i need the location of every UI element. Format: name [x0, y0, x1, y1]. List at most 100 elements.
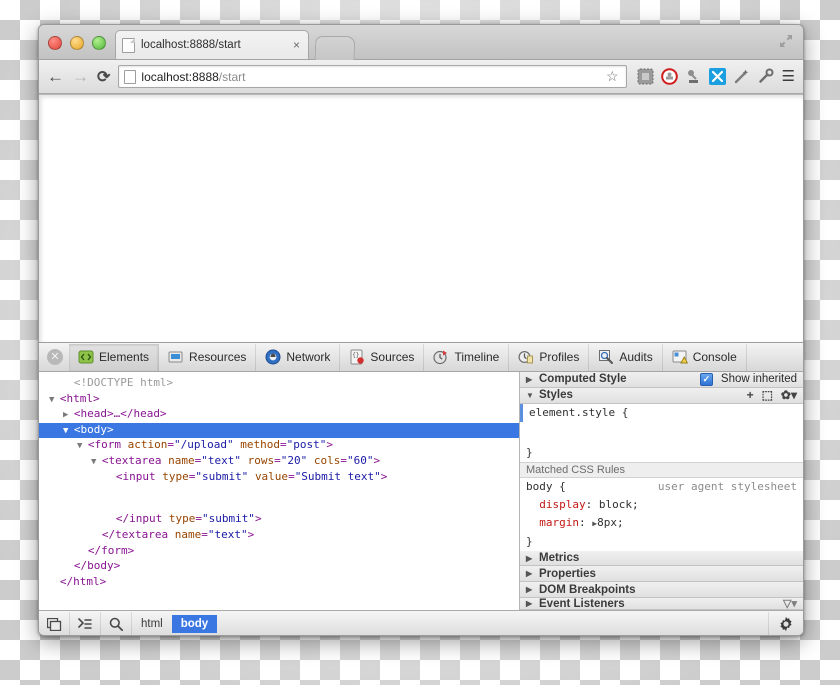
devtools-tab-label: Audits: [619, 350, 653, 364]
element-style-rule-open[interactable]: element.style {: [520, 403, 803, 422]
dom-node[interactable]: </textarea name="text">: [39, 528, 519, 544]
xmarks-icon[interactable]: [708, 68, 726, 85]
element-style-empty[interactable]: [520, 422, 803, 444]
close-icon[interactable]: ×: [291, 39, 302, 51]
dom-node[interactable]: </form>: [39, 544, 519, 560]
attr-value: "text": [201, 453, 241, 467]
devtools-tab-timeline[interactable]: Timeline: [424, 343, 510, 371]
styles-settings-button[interactable]: ✿▾: [781, 388, 797, 402]
devtools-tab-sources[interactable]: {} Sources: [340, 343, 425, 371]
twisty-none: [105, 473, 116, 483]
body-rule-selector: body {: [526, 479, 566, 493]
dom-node[interactable]: [39, 499, 519, 513]
resources-icon: [168, 351, 183, 363]
network-icon: [265, 349, 281, 365]
twisty-open-icon[interactable]: ▼: [77, 441, 88, 451]
dom-breakpoints-section-header[interactable]: ▶ DOM Breakpoints: [520, 582, 803, 599]
event-listeners-section-header[interactable]: ▶ Event Listeners ▽▾: [520, 598, 803, 610]
prop-name: display: [539, 497, 586, 511]
dom-node[interactable]: </input type="submit">: [39, 512, 519, 528]
twisty-open-icon[interactable]: ▼: [49, 395, 60, 405]
body-rule-header[interactable]: body { user agent stylesheet: [520, 478, 803, 496]
devtools-tab-label: Network: [286, 350, 331, 364]
new-tab-button[interactable]: [314, 36, 356, 60]
zoom-window-button[interactable]: [92, 36, 106, 50]
dom-node-selected[interactable]: ▼ <body>: [39, 422, 519, 439]
devtools-tab-console[interactable]: Console: [663, 343, 747, 371]
attr-name: cols: [313, 453, 341, 467]
forward-button[interactable]: →: [72, 68, 89, 85]
stamp-icon[interactable]: [685, 68, 702, 85]
devtools-statusbar: html body: [39, 610, 803, 635]
twisty-closed-icon[interactable]: ▶: [63, 410, 74, 420]
dom-node-text: </textarea name="text">: [101, 527, 255, 541]
show-inherited-group: ✓ Show inherited: [699, 372, 797, 386]
attr-name: action: [127, 438, 168, 452]
search-icon[interactable]: [101, 611, 132, 635]
adblock-icon[interactable]: [660, 68, 678, 85]
dom-node-text: <!DOCTYPE html>: [73, 376, 174, 389]
add-rule-button[interactable]: +: [747, 388, 754, 402]
dom-node[interactable]: ▼ <textarea name="text" rows="20" cols="…: [39, 454, 519, 470]
twisty-none: [91, 531, 102, 541]
close-window-button[interactable]: [48, 36, 62, 50]
address-bar[interactable]: localhost:8888/start ☆: [118, 65, 627, 88]
twisty-open-icon[interactable]: ▼: [63, 426, 74, 436]
devtools-tab-label: Sources: [370, 350, 415, 364]
body-rule-prop-margin[interactable]: margin: ▶8px;: [520, 514, 803, 533]
twisty-open-icon[interactable]: ▼: [91, 457, 102, 467]
body-rule-prop-display[interactable]: display: block;: [520, 496, 803, 514]
devtools-tab-resources[interactable]: Resources: [159, 343, 257, 371]
breadcrumb-html[interactable]: html: [132, 615, 172, 633]
filter-icon[interactable]: ▽▾: [783, 598, 797, 609]
dom-node[interactable]: ▶ <head>…</head>: [39, 407, 519, 423]
element-state-button[interactable]: ⬚: [762, 388, 773, 402]
browser-menu-icon[interactable]: ☰: [782, 69, 795, 84]
properties-section-header[interactable]: ▶ Properties: [520, 566, 803, 583]
breadcrumb-body[interactable]: body: [171, 615, 218, 633]
devtools-settings-gear-icon[interactable]: [768, 611, 803, 635]
devtools-tab-audits[interactable]: Audits: [589, 343, 663, 371]
browser-window: localhost:8888/start × ← → ⟳ localhost:8…: [38, 24, 804, 636]
devtools-tab-profiles[interactable]: Profiles: [509, 343, 590, 371]
timeline-icon: [433, 350, 448, 365]
dom-node[interactable]: ▼ <html>: [39, 392, 519, 408]
dom-node-text: <form action="/upload" method="post">: [87, 438, 333, 452]
attr-name: value: [254, 469, 289, 483]
dom-node[interactable]: </body>: [39, 559, 519, 575]
key-icon[interactable]: [757, 68, 774, 85]
evernote-icon[interactable]: [637, 68, 654, 85]
bookmark-star-icon[interactable]: ☆: [606, 68, 621, 85]
twisty-none: [77, 547, 88, 557]
show-inherited-checkbox[interactable]: ✓: [699, 372, 713, 386]
devtools-panel: ✕ Elements Resources Network {} Sources …: [39, 342, 803, 635]
attr-value: "post": [286, 438, 327, 452]
show-console-drawer-button[interactable]: [70, 611, 101, 635]
dom-tree-pane[interactable]: <!DOCTYPE html> ▼ <html> ▶ <head>…</head> ▼…: [39, 372, 520, 610]
devtools-tab-elements[interactable]: Elements: [69, 343, 160, 371]
minimize-window-button[interactable]: [70, 36, 84, 50]
maximize-icon[interactable]: [779, 34, 793, 48]
devtools-tab-network[interactable]: Network: [256, 343, 341, 371]
page-viewport[interactable]: [39, 94, 803, 342]
back-button[interactable]: ←: [47, 68, 64, 85]
console-icon: [672, 350, 688, 364]
close-devtools-button[interactable]: ✕: [47, 349, 63, 365]
svg-text:{}: {}: [353, 352, 360, 359]
sources-icon: {}: [350, 349, 365, 365]
computed-style-section-header[interactable]: ▶ Computed Style ✓ Show inherited: [520, 372, 803, 388]
styles-section-header[interactable]: ▼ Styles + ⬚ ✿▾: [520, 387, 803, 404]
dom-node[interactable]: </html>: [39, 575, 519, 591]
url-text: localhost:8888/start: [141, 70, 245, 84]
dom-node[interactable]: <!DOCTYPE html>: [39, 376, 519, 392]
metrics-section-header[interactable]: ▶ Metrics: [520, 550, 803, 567]
dom-node[interactable]: [39, 485, 519, 499]
dock-to-side-button[interactable]: [39, 611, 70, 635]
dom-node[interactable]: ▼ <form action="/upload" method="post">: [39, 438, 519, 454]
browser-tab[interactable]: localhost:8888/start ×: [115, 30, 309, 59]
dom-node[interactable]: <input type="submit" value="Submit text"…: [39, 470, 519, 486]
wand-icon[interactable]: [733, 68, 750, 85]
twisty-none: [49, 578, 60, 588]
prop-value: 8px;: [597, 515, 624, 529]
reload-button[interactable]: ⟳: [97, 67, 110, 87]
